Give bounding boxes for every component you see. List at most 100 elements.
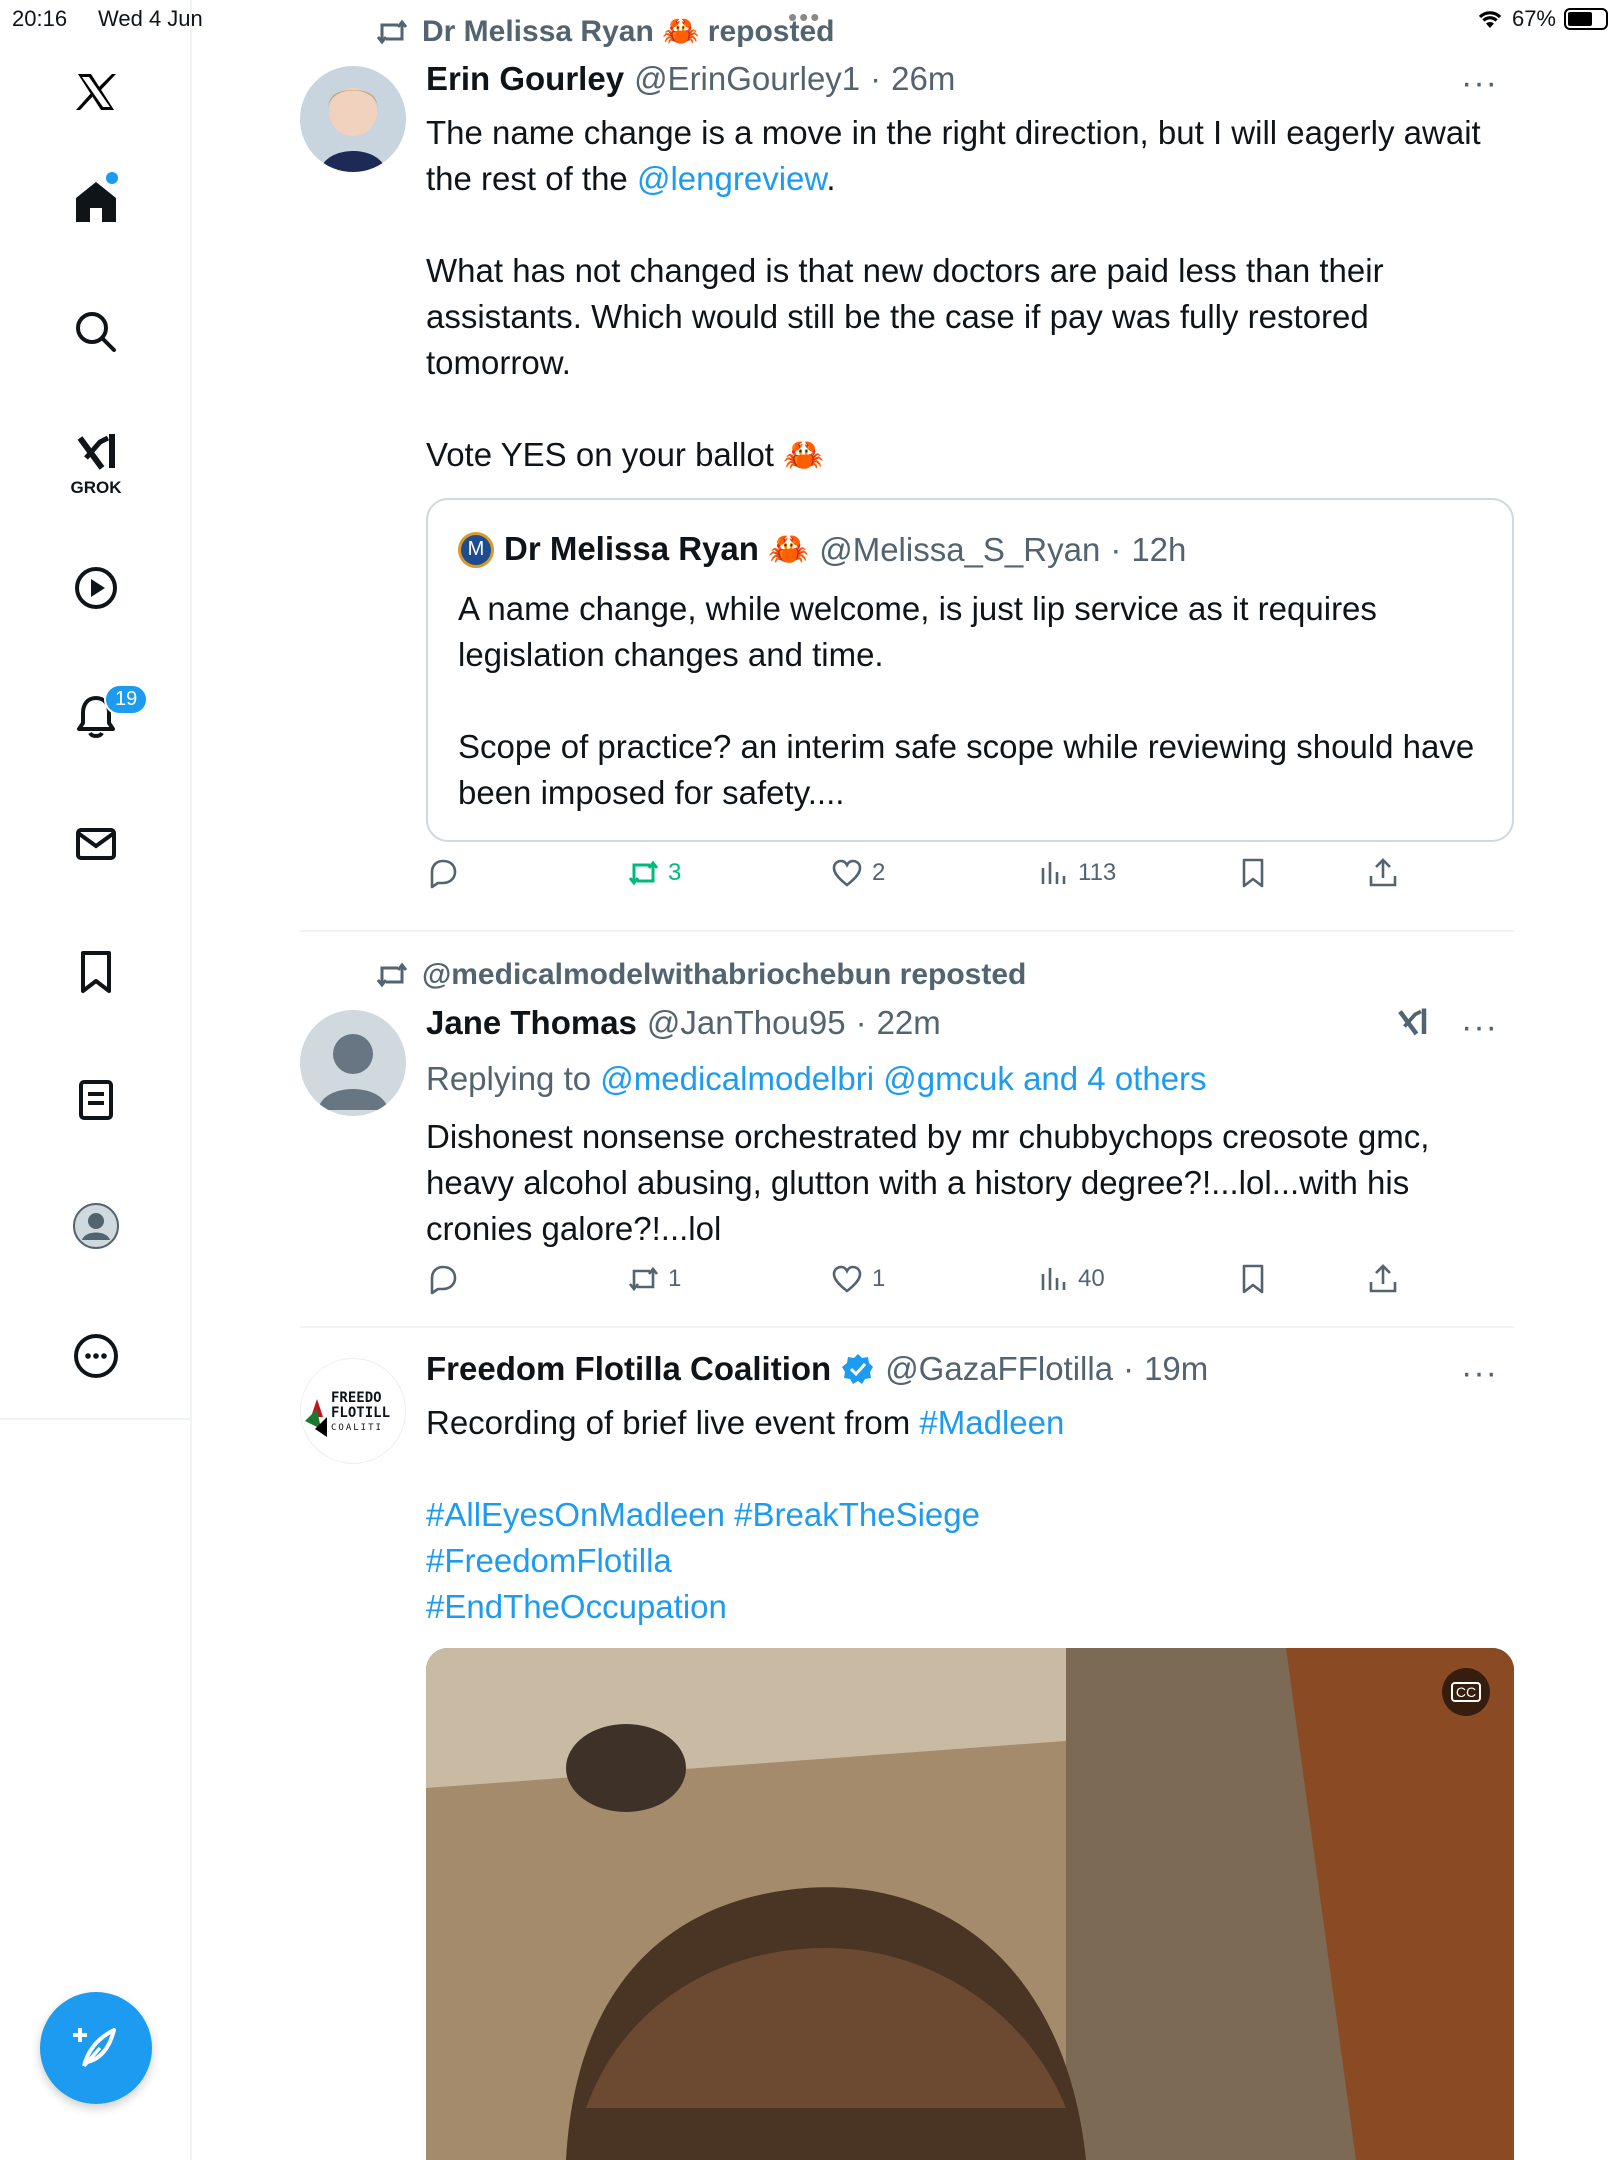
grok-label: GROK (70, 478, 122, 497)
views-button[interactable]: 113 (1036, 856, 1116, 890)
repost-indicator: @medicalmodelwithabriochebun reposted (376, 958, 1026, 992)
share-icon (1369, 858, 1397, 887)
video-player[interactable]: CC (426, 1648, 1514, 2160)
replying-to: Replying to @medicalmodelbri @gmcuk and … (426, 1060, 1207, 1097)
heart-icon (832, 859, 862, 887)
tweet-actions: 3 2 113 (426, 856, 1506, 906)
repost-count: 3 (668, 859, 682, 886)
tweet-separator (300, 1326, 1514, 1328)
home-icon (76, 182, 116, 222)
repost-icon (376, 962, 408, 988)
bookmark-button[interactable] (1236, 1262, 1270, 1296)
reply-button[interactable] (426, 1262, 468, 1296)
battery-percent: 67% (1511, 6, 1556, 31)
repost-button[interactable]: 3 (626, 856, 681, 890)
author-handle[interactable]: @ErinGourley1 (634, 60, 860, 98)
sidebar-item-video[interactable] (56, 548, 136, 628)
more-options-icon[interactable]: ··· (1461, 1354, 1498, 1393)
author-handle[interactable]: @GazaFFlotilla (885, 1350, 1113, 1388)
sidebar-item-more[interactable] (56, 1316, 136, 1396)
tweet-header: Freedom Flotilla Coalition @GazaFFlotill… (426, 1350, 1209, 1388)
reply-icon (430, 1265, 457, 1295)
tweet-actions: 1 1 40 (426, 1262, 1506, 1312)
repost-by-label[interactable]: Dr Melissa Ryan 🦀 reposted (422, 14, 835, 49)
compose-icon (73, 2028, 116, 2068)
verified-badge-icon (842, 1354, 874, 1384)
battery-icon (1564, 8, 1608, 30)
more-options-icon[interactable]: ··· (1461, 1008, 1498, 1047)
views-icon (1041, 862, 1066, 884)
like-button[interactable]: 1 (830, 1262, 885, 1296)
reply-button[interactable] (426, 856, 468, 890)
captions-button[interactable]: CC (1442, 1668, 1490, 1716)
hashtag-link[interactable]: #FreedomFlotilla (426, 1538, 1506, 1584)
author-handle[interactable]: @JanThou95 (647, 1004, 846, 1042)
article-icon (79, 1080, 113, 1120)
repost-button[interactable]: 1 (626, 1262, 681, 1296)
compose-button[interactable] (40, 1992, 152, 2104)
share-button[interactable] (1366, 856, 1400, 890)
like-button[interactable]: 2 (830, 856, 885, 890)
more-options-icon[interactable]: ··· (1461, 64, 1498, 103)
hashtag-link[interactable]: #Madleen (919, 1404, 1064, 1441)
hashtag-link[interactable]: #AllEyesOnMadleen #BreakTheSiege (426, 1492, 1506, 1538)
sidebar-item-bookmarks[interactable] (56, 932, 136, 1012)
status-right: 67% (1476, 6, 1608, 32)
quote-author-name: Dr Melissa Ryan 🦀 (504, 530, 810, 567)
like-count: 2 (872, 859, 886, 886)
quote-avatar: M (458, 531, 494, 568)
repost-icon (376, 19, 408, 44)
replying-to-link[interactable]: @medicalmodelbri @gmcuk and 4 others (600, 1060, 1206, 1097)
wifi-icon (1478, 11, 1502, 28)
avatar-logo-text: FREEDO FLOTILL COALITI (331, 1390, 391, 1434)
quoted-tweet[interactable]: M Dr Melissa Ryan 🦀 @Melissa_S_Ryan · 12… (426, 498, 1514, 842)
sidebar-item-explore[interactable] (56, 292, 136, 372)
view-count: 113 (1078, 859, 1117, 886)
battery-fill (1568, 12, 1593, 26)
sidebar-item-home[interactable] (56, 162, 136, 242)
notifications-badge: 19 (104, 684, 149, 715)
author-name[interactable]: Jane Thomas (426, 1004, 637, 1042)
view-count: 40 (1078, 1265, 1105, 1292)
views-button[interactable]: 40 (1036, 1262, 1105, 1296)
sidebar-item-messages[interactable] (56, 804, 136, 884)
tweet-header: Jane Thomas @JanThou95 · 22m (426, 1004, 941, 1042)
sidebar-item-profile[interactable] (56, 1186, 136, 1266)
reply-icon (430, 859, 457, 889)
tweet-time[interactable]: 19m (1144, 1350, 1208, 1388)
bookmark-button[interactable] (1236, 856, 1270, 890)
bookmark-icon (1242, 1264, 1264, 1294)
author-name[interactable]: Freedom Flotilla Coalition (426, 1350, 831, 1388)
author-name[interactable]: Erin Gourley (426, 60, 624, 98)
bookmark-icon (81, 951, 111, 993)
tweet-time[interactable]: 26m (891, 60, 955, 98)
tweet-text: Recording of brief live event from #Madl… (426, 1400, 1506, 1630)
share-icon (1369, 1264, 1397, 1293)
heart-icon (832, 1265, 862, 1293)
more-circle-icon (74, 1334, 118, 1378)
repost-indicator: Dr Melissa Ryan 🦀 reposted (376, 14, 835, 49)
play-icon (75, 567, 117, 609)
repost-by-label[interactable]: @medicalmodelwithabriochebun reposted (422, 958, 1026, 992)
grok-icon[interactable] (1394, 1004, 1430, 1045)
video-frame (426, 1648, 1514, 2160)
tweet-text: The name change is a move in the right d… (426, 114, 1481, 473)
quote-author-handle: @Melissa_S_Ryan (819, 530, 1101, 568)
avatar[interactable]: FREEDO FLOTILL COALITI (300, 1358, 406, 1464)
mention-link[interactable]: @lengreview (637, 160, 826, 197)
home-unread-dot (106, 172, 118, 184)
hashtag-link[interactable]: #EndTheOccupation (426, 1584, 1506, 1630)
sidebar-item-articles[interactable] (56, 1060, 136, 1140)
tweet-time[interactable]: 22m (877, 1004, 941, 1042)
views-icon (1041, 1268, 1066, 1290)
avatar[interactable] (300, 66, 406, 172)
x-logo-icon[interactable] (56, 52, 136, 132)
repost-icon (628, 1266, 659, 1292)
avatar[interactable] (300, 1010, 406, 1116)
quote-time: 12h (1131, 530, 1187, 568)
share-button[interactable] (1366, 1262, 1400, 1296)
search-icon (76, 312, 116, 352)
tweet-text: Dishonest nonsense orchestrated by mr ch… (426, 1118, 1430, 1247)
profile-icon (73, 1203, 119, 1249)
grok-icon (77, 434, 115, 470)
